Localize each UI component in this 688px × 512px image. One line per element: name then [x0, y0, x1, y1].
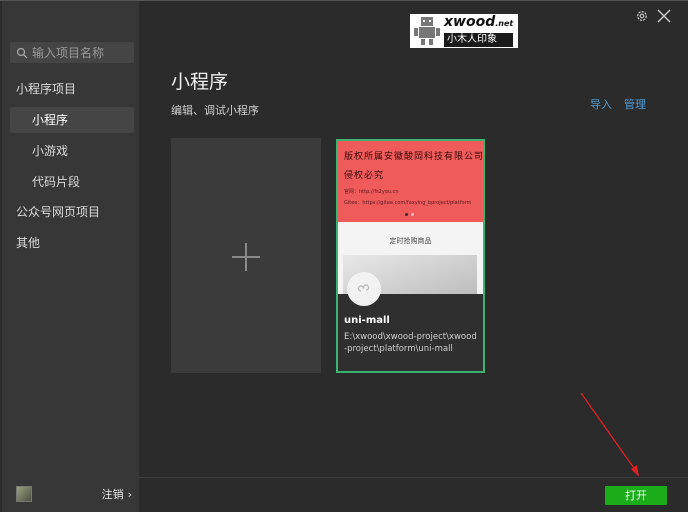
open-button[interactable]: 打开	[605, 486, 667, 505]
sidebar-item-minigame[interactable]: 小游戏	[2, 138, 139, 164]
add-project-card[interactable]	[171, 138, 321, 373]
import-link[interactable]: 导入	[590, 96, 612, 112]
project-card[interactable]: 版权所属安徽酸岡科技有限公司 侵权必究 官网：http://fs2you.cn …	[336, 139, 485, 373]
miniprogram-icon	[357, 284, 370, 292]
sidebar-item-code-snippet[interactable]: 代码片段	[2, 169, 139, 195]
search-icon	[16, 47, 28, 58]
thumbnail-text: 版权所属安徽酸岡科技有限公司	[344, 152, 485, 162]
sidebar-item-label: 代码片段	[32, 175, 81, 189]
chevron-right-icon: ›	[127, 487, 132, 501]
sidebar-item-label: 其他	[16, 236, 41, 250]
watermark-logo: xwood.net 小木人印象	[410, 14, 518, 48]
sidebar-item-other[interactable]: 其他	[2, 230, 139, 256]
main-panel: xwood.net 小木人印象 小程序 编辑、调试小程序 导入 管理 版权所属安…	[139, 1, 688, 512]
sidebar-item-label: 公众号网页项目	[16, 205, 101, 219]
bottom-bar: 打开	[139, 477, 688, 512]
header-links: 导入 管理	[590, 96, 646, 112]
sidebar-item-miniprogram-projects[interactable]: 小程序项目	[2, 76, 139, 102]
plus-icon	[232, 243, 260, 271]
app-window: 小程序项目 小程序 小游戏 代码片段 公众号网页项目 其他 注销 ›	[0, 0, 688, 512]
watermark-title: xwood	[444, 14, 496, 30]
sidebar-item-miniprogram[interactable]: 小程序	[10, 107, 134, 133]
sidebar-item-official-account-web[interactable]: 公众号网页项目	[2, 199, 139, 225]
thumbnail-text: 侵权必究	[344, 171, 385, 181]
avatar[interactable]	[16, 486, 32, 502]
project-thumbnail-banner: 版权所属安徽酸岡科技有限公司 侵权必究 官网：http://fs2you.cn …	[338, 141, 483, 222]
watermark-title-suffix: .net	[495, 19, 514, 28]
close-icon[interactable]	[657, 9, 671, 23]
sidebar-item-label: 小程序项目	[16, 82, 77, 96]
page-subtitle: 编辑、调试小程序	[171, 104, 259, 117]
thumbnail-small-text: Gitee：https://gitee.com/faxying_bproject…	[344, 200, 472, 206]
thumbnail-small-text: 官网：http://fs2you.cn	[344, 189, 399, 195]
logout-label: 注销	[101, 488, 124, 501]
search-box[interactable]	[10, 42, 134, 63]
logout-button[interactable]: 注销 ›	[102, 486, 132, 502]
sidebar-item-label: 小游戏	[32, 144, 69, 158]
carousel-dots	[405, 213, 414, 216]
sidebar-footer: 注销 ›	[16, 485, 132, 503]
sidebar-item-label: 小程序	[32, 113, 69, 127]
gear-icon[interactable]	[635, 9, 649, 23]
sidebar: 小程序项目 小程序 小游戏 代码片段 公众号网页项目 其他 注销 ›	[2, 1, 139, 512]
robot-logo-icon	[414, 17, 440, 45]
project-name: uni-mall	[344, 315, 390, 326]
thumbnail-caption: 定时抢购商品	[389, 237, 432, 245]
watermark-subtitle: 小木人印象	[444, 33, 514, 47]
manage-link[interactable]: 管理	[624, 96, 646, 112]
project-path: E:\xwood\xwood-project\xwood-project\pla…	[344, 332, 477, 354]
project-logo	[347, 272, 381, 306]
page-title: 小程序	[171, 71, 229, 93]
search-input[interactable]	[32, 45, 128, 60]
